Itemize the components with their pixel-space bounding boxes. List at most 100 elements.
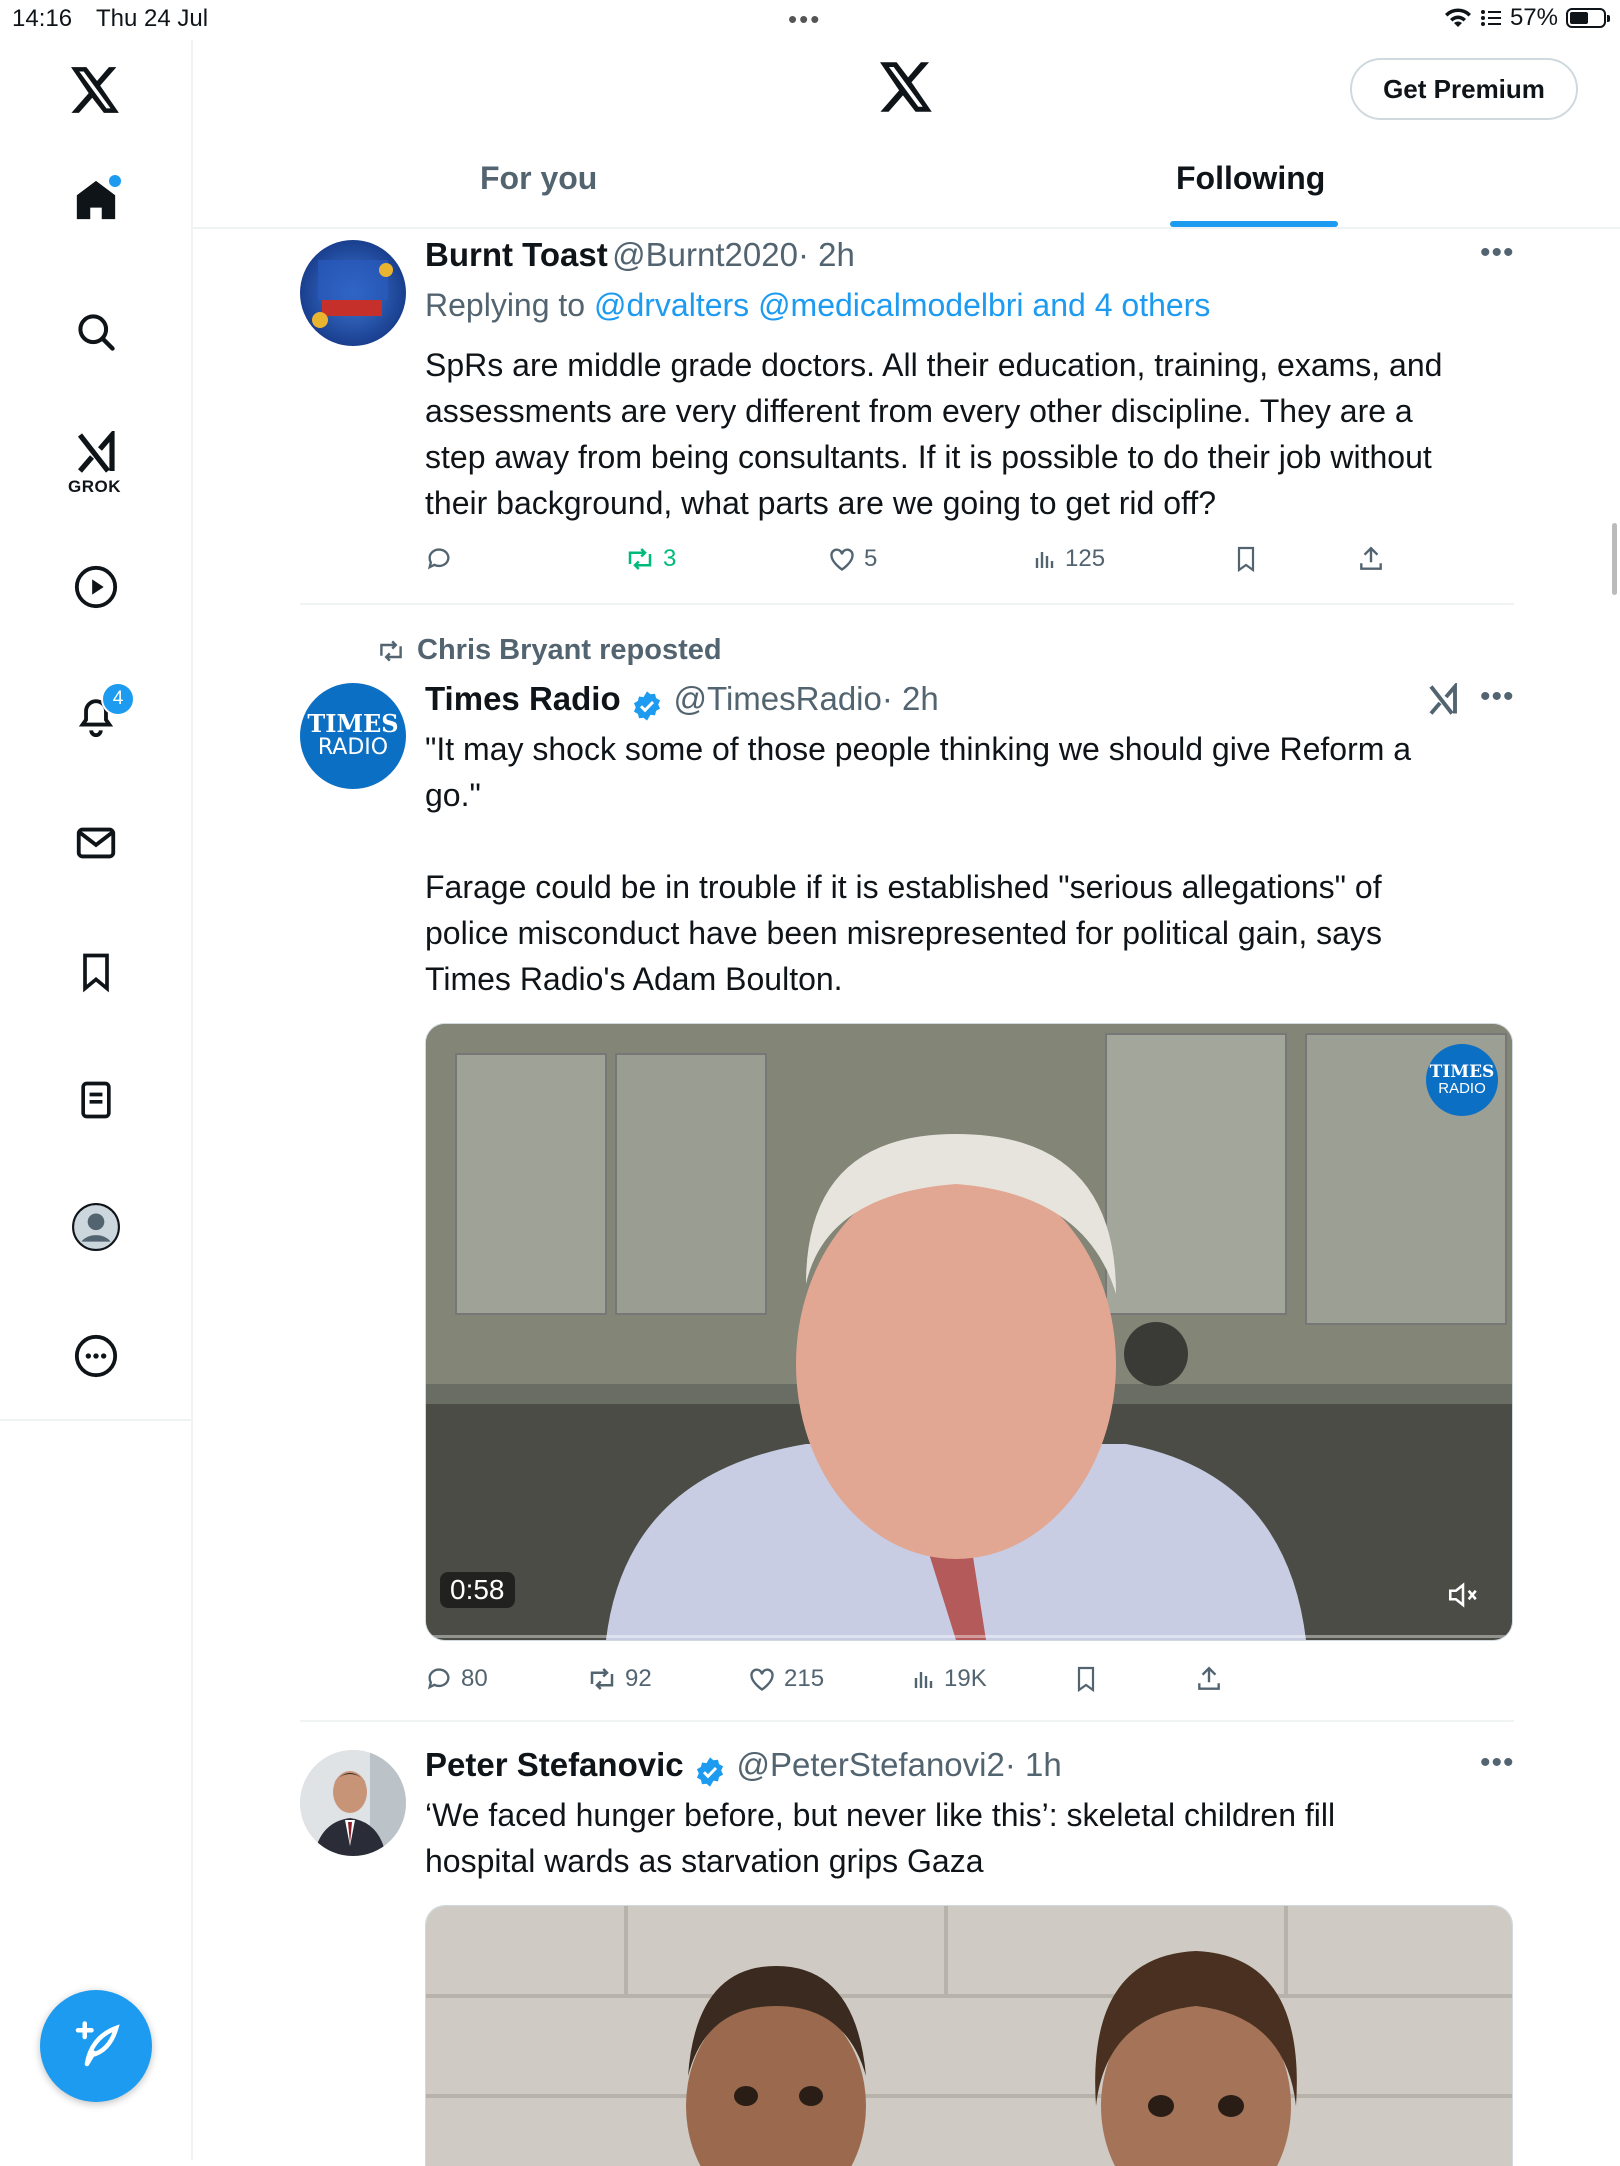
video-progress-track[interactable]	[426, 1635, 1512, 1638]
tweet-2-reply-count: 80	[461, 1665, 488, 1692]
tweet-1-line: assessments are very different from ever…	[425, 393, 1413, 429]
more-icon[interactable]	[71, 1331, 121, 1381]
wifi-icon	[1444, 8, 1471, 27]
profile-avatar-icon[interactable]	[71, 1202, 121, 1252]
compose-feather-icon	[75, 2021, 120, 2067]
burnt-toast-avatar[interactable]	[300, 240, 406, 346]
tweet-1-header: Burnt Toast @Burnt2020· 2h	[425, 236, 855, 274]
tweet-2-views-button[interactable]: 19K	[912, 1665, 987, 1693]
video-frame	[426, 1024, 1512, 1640]
tab-for-you[interactable]: For you	[480, 160, 597, 197]
tweet-1-handle[interactable]: @Burnt2020	[612, 236, 798, 273]
share-icon	[1360, 546, 1382, 570]
views-icon	[914, 1672, 933, 1688]
x-logo-icon[interactable]	[71, 65, 121, 115]
tweet-2-time[interactable]: · 2h	[882, 680, 939, 717]
tweet-1-author-name[interactable]: Burnt Toast	[425, 236, 608, 273]
tweet-1-like-count: 5	[864, 545, 878, 572]
header-x-logo-icon[interactable]	[880, 62, 934, 117]
tweet-3-text: ‘We faced hunger before, but never like …	[425, 1792, 1525, 1884]
tweet-3-image[interactable]	[425, 1905, 1513, 2166]
tweet-3-header: Peter Stefanovic @PeterStefanovi2· 1h	[425, 1746, 1062, 1788]
times-radio-avatar[interactable]: TIMES RADIO	[300, 683, 406, 789]
status-bar: 14:16 Thu 24 Jul ••• 57%	[0, 0, 1620, 40]
reply-icon	[427, 548, 450, 570]
tweet-1-repost-count: 3	[663, 545, 677, 572]
header-divider	[193, 227, 1620, 229]
tweet-1-like-button[interactable]: 5	[828, 545, 877, 573]
tweet-2-video[interactable]: TIMES RADIO 0:58	[425, 1023, 1513, 1641]
tweet-3-time[interactable]: · 1h	[1005, 1746, 1062, 1783]
tweet-2-line: police misconduct have been misrepresent…	[425, 915, 1382, 951]
tweet-2-bookmark-button[interactable]	[1074, 1665, 1098, 1693]
video-duration: 0:58	[440, 1572, 515, 1608]
peter-stefanovic-avatar[interactable]	[300, 1750, 406, 1856]
tweet-1-more-icon[interactable]: •••	[1480, 236, 1515, 270]
scroll-indicator[interactable]	[1612, 523, 1617, 595]
status-date: Thu 24 Jul	[96, 5, 209, 32]
tweet-1-reply-targets[interactable]: @drvalters @medicalmodelbri and 4 others	[594, 287, 1210, 323]
tweet-2-like-button[interactable]: 215	[748, 1665, 824, 1693]
tweet-1-line: step away from being consultants. If it …	[425, 439, 1432, 475]
repost-icon	[380, 640, 402, 662]
lists-icon[interactable]	[71, 1075, 121, 1125]
tweet-divider	[300, 603, 1514, 605]
reply-icon	[427, 1668, 450, 1690]
tweet-2-reposted-by: Chris Bryant reposted	[417, 634, 722, 666]
battery-fill	[1570, 12, 1588, 24]
times-radio-avatar-text-2: RADIO	[317, 735, 389, 760]
tweet-2-line: "It may shock some of those people think…	[425, 731, 1412, 767]
bookmark-icon	[1237, 546, 1255, 573]
mute-icon[interactable]	[1446, 1580, 1480, 1615]
tweet-1-bookmark-button[interactable]	[1234, 545, 1258, 573]
tweet-1-reply-button[interactable]	[425, 545, 461, 573]
tweet-2-line: Times Radio's Adam Boulton.	[425, 961, 843, 997]
status-time: 14:16	[12, 5, 73, 32]
tweet-2-like-count: 215	[784, 1665, 825, 1692]
tweet-2-author-name[interactable]: Times Radio	[425, 680, 621, 717]
tweet-3-more-icon[interactable]: •••	[1480, 1746, 1515, 1780]
search-icon[interactable]	[71, 307, 121, 357]
photo-children	[426, 1906, 1512, 2166]
grok-icon[interactable]	[71, 428, 121, 478]
tweet-2-line: go."	[425, 777, 481, 813]
tweet-2-reply-button[interactable]: 80	[425, 1665, 488, 1693]
notifications-icon[interactable]: 4	[71, 682, 135, 740]
tweet-1-replying-to: Replying to	[425, 287, 586, 323]
tweet-1-views-button[interactable]: 125	[1033, 545, 1105, 573]
tweet-divider	[300, 1720, 1514, 1722]
compose-button[interactable]	[40, 1990, 152, 2102]
heart-icon	[830, 548, 854, 571]
repost-icon	[590, 1668, 614, 1690]
get-premium-button[interactable]: Get Premium	[1350, 58, 1578, 120]
tweet-2-repost-button[interactable]: 92	[587, 1665, 652, 1693]
home-unread-dot	[109, 175, 121, 187]
tweet-2-more-icon[interactable]: •••	[1480, 680, 1515, 714]
grok-label: GROK	[68, 477, 121, 496]
tweet-2-share-button[interactable]	[1196, 1665, 1222, 1693]
video-icon[interactable]	[71, 562, 121, 612]
battery-percent: 57%	[1509, 4, 1558, 31]
tweet-2-repost-count: 92	[625, 1665, 652, 1692]
status-right: 57%	[1444, 4, 1610, 32]
heart-icon	[750, 1668, 774, 1691]
tweet-2-repost-context[interactable]: Chris Bryant reposted	[375, 634, 722, 667]
tweet-1-repost-button[interactable]: 3	[625, 545, 676, 573]
bookmarks-icon[interactable]	[71, 947, 121, 997]
verified-badge-icon	[696, 1757, 724, 1787]
tweet-3-handle[interactable]: @PeterStefanovi2	[737, 1746, 1005, 1783]
tweet-2-header: Times Radio @TimesRadio· 2h	[425, 680, 939, 722]
multitasking-dots[interactable]: •••	[788, 4, 821, 35]
tweet-1-time[interactable]: · 2h	[798, 236, 855, 273]
tweet-3-author-name[interactable]: Peter Stefanovic	[425, 1746, 684, 1783]
home-icon[interactable]	[71, 175, 121, 225]
tweet-1-share-button[interactable]	[1358, 545, 1384, 573]
grok-explain-icon[interactable]	[1425, 681, 1461, 722]
focus-list-icon	[1480, 10, 1501, 26]
notification-badge: 4	[101, 682, 135, 716]
share-icon	[1198, 1666, 1220, 1690]
messages-icon[interactable]	[71, 818, 121, 868]
tab-following[interactable]: Following	[1176, 160, 1325, 197]
tweet-2-handle[interactable]: @TimesRadio	[674, 680, 882, 717]
battery-icon	[1566, 8, 1610, 28]
